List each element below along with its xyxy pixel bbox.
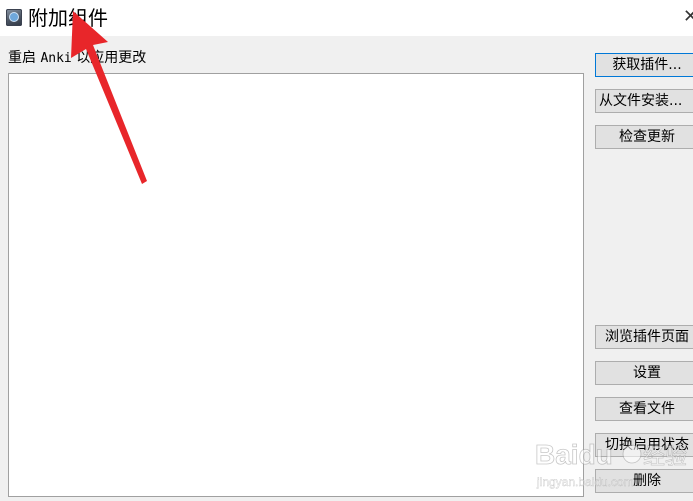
restart-note-suffix: 以应用更改 [71, 50, 147, 66]
view-files-button[interactable]: 查看文件 [595, 397, 693, 421]
check-updates-button[interactable]: 检查更新 [595, 125, 693, 149]
anki-app-icon [6, 9, 22, 26]
addon-list[interactable] [8, 73, 584, 497]
restart-note: 重启 Anki 以应用更改 [8, 49, 146, 68]
toggle-enabled-button[interactable]: 切换启用状态 [595, 433, 693, 457]
delete-button[interactable]: 删除 [595, 469, 693, 493]
restart-note-app: Anki [40, 51, 72, 66]
close-icon[interactable]: ✕ [683, 6, 693, 28]
title-bar: 附加组件 ✕ [0, 0, 693, 36]
config-button[interactable]: 设置 [595, 361, 693, 385]
get-addons-button[interactable]: 获取插件... [595, 53, 693, 77]
window-title: 附加组件 [28, 6, 108, 30]
browse-addons-button[interactable]: 浏览插件页面 [595, 325, 693, 349]
restart-note-prefix: 重启 [8, 50, 41, 66]
install-from-file-button[interactable]: 从文件安装... [595, 89, 693, 113]
